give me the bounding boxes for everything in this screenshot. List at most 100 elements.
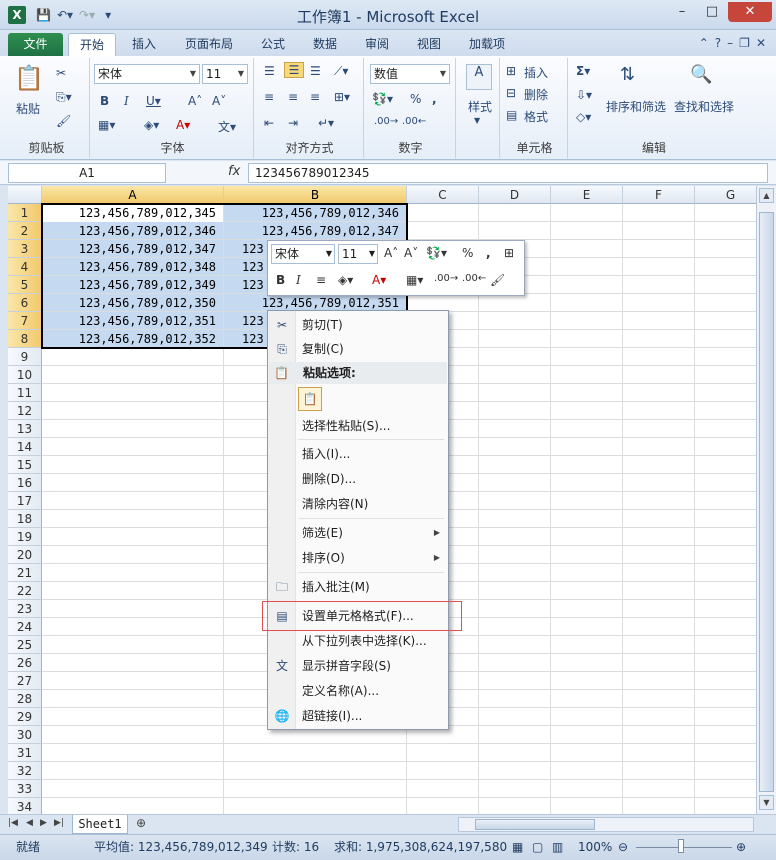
comma-style-icon[interactable]: , xyxy=(432,92,437,106)
format-cells-icon[interactable]: ▤ xyxy=(506,108,517,122)
zoom-slider-thumb[interactable] xyxy=(678,839,684,853)
menu-item-comment[interactable]: 🗀 插入批注(M) xyxy=(268,575,448,599)
mini-fill-color-icon[interactable]: ◈▾ xyxy=(338,273,353,287)
shrink-font-icon[interactable]: A˅ xyxy=(212,94,226,108)
column-header-f[interactable]: F xyxy=(623,186,695,204)
mini-increase-decimal-icon[interactable]: .00→ xyxy=(434,273,458,284)
menu-item-sort[interactable]: 排序(O) ▶ xyxy=(268,546,448,570)
insert-cells-button[interactable]: 插入 xyxy=(524,64,548,81)
align-bottom-icon[interactable]: ☰ xyxy=(310,64,321,78)
menu-item-insert[interactable]: 插入(I)... xyxy=(268,442,448,466)
new-sheet-icon[interactable]: ⊕ xyxy=(136,816,146,830)
row-header[interactable]: 15 xyxy=(8,456,42,474)
row-header[interactable]: 10 xyxy=(8,366,42,384)
row-header[interactable]: 20 xyxy=(8,546,42,564)
vertical-scrollbar[interactable]: ▲ ▼ xyxy=(756,186,776,814)
format-painter-icon[interactable]: 🖌 xyxy=(56,114,71,128)
merge-center-icon[interactable]: ⊞▾ xyxy=(334,90,350,104)
tab-data[interactable]: 数据 xyxy=(306,33,344,56)
name-box[interactable]: A1 xyxy=(8,163,166,183)
find-select-icon[interactable]: 🔍 xyxy=(690,64,712,85)
mini-shrink-font-icon[interactable]: A˅ xyxy=(404,246,418,260)
percent-icon[interactable]: % xyxy=(410,92,421,106)
row-header[interactable]: 28 xyxy=(8,690,42,708)
horizontal-scrollbar[interactable] xyxy=(458,817,754,832)
close-button[interactable]: ✕ xyxy=(728,2,772,22)
insert-cells-icon[interactable]: ⊞ xyxy=(506,64,516,78)
doc-close-icon[interactable]: ✕ xyxy=(756,36,766,50)
page-break-view-icon[interactable]: ▥ xyxy=(552,835,563,859)
tab-insert[interactable]: 插入 xyxy=(124,33,164,56)
menu-item-paste-special[interactable]: 选择性粘贴(S)... xyxy=(268,414,448,438)
tab-formulas[interactable]: 公式 xyxy=(254,33,292,56)
font-color-icon[interactable]: A▾ xyxy=(176,118,190,132)
underline-icon[interactable]: U▾ xyxy=(146,94,161,108)
row-header[interactable]: 29 xyxy=(8,708,42,726)
row-header[interactable]: 24 xyxy=(8,618,42,636)
tab-review[interactable]: 审阅 xyxy=(358,33,396,56)
page-layout-view-icon[interactable]: ▢ xyxy=(532,835,543,859)
menu-item-clear[interactable]: 清除内容(N) xyxy=(268,492,448,516)
menu-item-define-name[interactable]: 定义名称(A)... xyxy=(268,679,448,703)
row-header[interactable]: 26 xyxy=(8,654,42,672)
row-header[interactable]: 22 xyxy=(8,582,42,600)
find-select-button[interactable]: 查找和选择 xyxy=(672,98,736,115)
mini-size-combo[interactable]: 11 ▼ xyxy=(338,244,378,264)
styles-button[interactable]: 样式 xyxy=(464,98,496,115)
minimize-ribbon-icon[interactable]: ⌃ xyxy=(699,36,709,50)
help-icon[interactable]: ? xyxy=(715,36,721,50)
menu-item-delete[interactable]: 删除(D)... xyxy=(268,467,448,491)
mini-borders-icon[interactable]: ▦▾ xyxy=(406,273,423,287)
row-header[interactable]: 4 xyxy=(8,258,42,276)
tab-addins[interactable]: 加载项 xyxy=(462,33,512,56)
row-header[interactable]: 31 xyxy=(8,744,42,762)
row-header[interactable]: 11 xyxy=(8,384,42,402)
tab-home[interactable]: 开始 xyxy=(68,33,116,56)
align-middle-icon[interactable]: ☰ xyxy=(284,62,304,78)
maximize-button[interactable]: □ xyxy=(698,2,726,22)
mini-bold-icon[interactable]: B xyxy=(276,273,285,287)
zoom-out-icon[interactable]: ⊖ xyxy=(618,835,628,859)
copy-icon[interactable]: ⎘▾ xyxy=(56,90,72,105)
mini-currency-icon[interactable]: 💱▾ xyxy=(426,246,447,260)
row-header[interactable]: 33 xyxy=(8,780,42,798)
row-header[interactable]: 30 xyxy=(8,726,42,744)
zoom-in-icon[interactable]: ⊕ xyxy=(736,835,746,859)
sort-filter-icon[interactable]: ⇅ xyxy=(620,64,635,85)
mini-center-icon[interactable]: ≡ xyxy=(316,273,326,287)
styles-icon[interactable]: A xyxy=(466,64,492,90)
zoom-slider-track[interactable] xyxy=(636,847,732,848)
row-header[interactable]: 6 xyxy=(8,294,42,312)
phonetic-icon[interactable]: 文▾ xyxy=(218,118,236,135)
row-header[interactable]: 1 xyxy=(8,204,42,222)
column-header-b[interactable]: B xyxy=(224,186,407,204)
row-header[interactable]: 34 xyxy=(8,798,42,814)
clear-icon[interactable]: ◇▾ xyxy=(576,110,591,124)
mini-merge-icon[interactable]: ⊞ xyxy=(504,246,514,260)
mini-decrease-decimal-icon[interactable]: .00← xyxy=(462,273,486,284)
menu-item-copy[interactable]: ⎘ 复制(C) xyxy=(268,337,448,361)
mini-font-color-icon[interactable]: A▾ xyxy=(372,273,386,287)
column-header-a[interactable]: A xyxy=(42,186,224,204)
bold-icon[interactable]: B xyxy=(100,94,109,108)
prev-sheet-icon[interactable]: ◀ xyxy=(26,818,33,828)
autosum-icon[interactable]: Σ▾ xyxy=(576,64,590,78)
row-header[interactable]: 3 xyxy=(8,240,42,258)
row-header[interactable]: 2 xyxy=(8,222,42,240)
row-header[interactable]: 18 xyxy=(8,510,42,528)
row-header[interactable]: 19 xyxy=(8,528,42,546)
insert-function-icon[interactable]: fx xyxy=(228,164,240,179)
align-right-icon[interactable]: ≡ xyxy=(310,90,320,104)
font-size-combo[interactable]: 11 ▼ xyxy=(202,64,248,84)
increase-indent-icon[interactable]: ⇥ xyxy=(288,116,298,130)
delete-cells-button[interactable]: 删除 xyxy=(524,86,548,103)
menu-item-cut[interactable]: ✂ 剪切(T) xyxy=(268,313,448,337)
row-header[interactable]: 14 xyxy=(8,438,42,456)
format-cells-button[interactable]: 格式 xyxy=(524,108,548,125)
increase-decimal-icon[interactable]: .00→ xyxy=(374,116,398,127)
row-header[interactable]: 21 xyxy=(8,564,42,582)
italic-icon[interactable]: I xyxy=(124,94,129,108)
paste-option-icon[interactable]: 📋 xyxy=(298,387,322,411)
paste-button[interactable]: 粘贴 xyxy=(10,100,46,117)
mini-percent-icon[interactable]: % xyxy=(462,246,473,260)
